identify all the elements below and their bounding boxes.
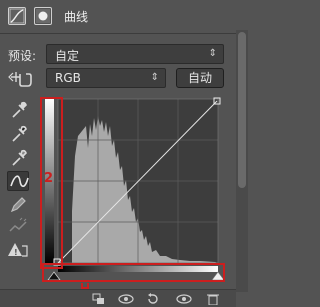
curves-graph[interactable] <box>40 96 225 282</box>
header-divider <box>0 33 236 34</box>
preset-dropdown[interactable]: 自定 ⇕ <box>46 44 224 64</box>
annotation-number: 2 <box>44 171 54 186</box>
view-previous-icon[interactable] <box>118 293 134 305</box>
curves-adjustment-icon[interactable] <box>8 7 26 25</box>
svg-text:!: ! <box>14 248 18 257</box>
dropdown-arrow-icon: ⇕ <box>208 48 217 59</box>
trash-icon[interactable] <box>206 293 220 306</box>
curves-properties-panel: 曲线 预设: 自定 ⇕ RGB ⇕ 自动 ! 2 <box>0 0 250 307</box>
clipping-warning-icon[interactable]: ! <box>7 240 29 260</box>
input-gradient-bar <box>58 266 218 272</box>
dropdown-arrow-icon: ⇕ <box>150 72 159 83</box>
black-point-slider[interactable] <box>47 271 61 281</box>
gray-point-eyedropper-icon[interactable] <box>7 148 29 168</box>
black-point-eyedropper-icon[interactable] <box>7 124 29 144</box>
layer-mask-icon[interactable] <box>34 7 52 25</box>
visibility-icon[interactable] <box>176 293 192 305</box>
reset-icon[interactable] <box>146 293 160 305</box>
curve-edit-icon[interactable] <box>7 171 29 191</box>
on-image-adjust-icon[interactable] <box>8 68 34 88</box>
scrollbar-thumb[interactable] <box>238 32 246 188</box>
pencil-icon[interactable] <box>7 194 29 214</box>
auto-button[interactable]: 自动 <box>176 68 224 88</box>
bottom-toolbar <box>0 289 236 307</box>
panel-title: 曲线 <box>64 10 89 24</box>
channel-dropdown[interactable]: RGB ⇕ <box>46 68 166 88</box>
smooth-icon[interactable] <box>7 217 29 237</box>
preset-label: 预设: <box>8 49 37 63</box>
preset-value: 自定 <box>55 49 80 63</box>
channel-value: RGB <box>55 71 81 85</box>
white-point-slider[interactable] <box>211 271 225 281</box>
clip-to-layer-icon[interactable] <box>92 293 106 305</box>
eyedropper-icon[interactable] <box>7 100 29 120</box>
